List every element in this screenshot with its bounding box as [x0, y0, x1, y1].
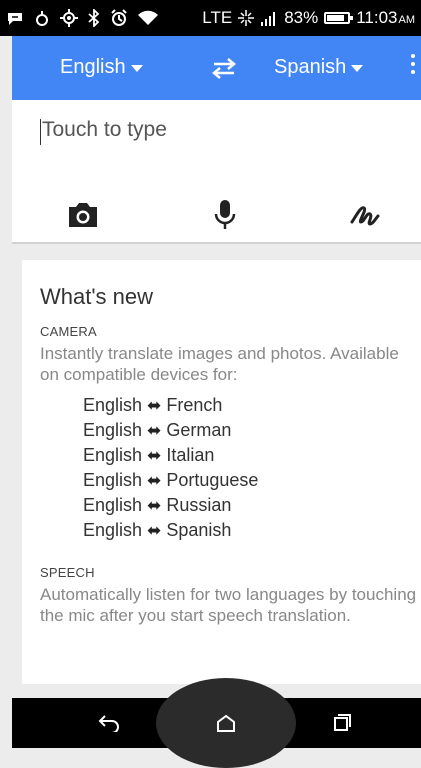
- pair-to: Spanish: [166, 520, 232, 540]
- clock-ampm: AM: [398, 14, 416, 26]
- text-cursor: [40, 119, 41, 145]
- pair-to: Portuguese: [166, 470, 259, 490]
- swap-arrows-icon: [212, 58, 236, 79]
- language-pair: English ⬌ French: [83, 393, 421, 418]
- pair-to: Italian: [166, 445, 215, 465]
- language-pair: English ⬌ Spanish: [83, 518, 421, 543]
- camera-icon: [69, 203, 97, 227]
- whats-new-title: What's new: [40, 284, 154, 309]
- pair-from: English: [83, 395, 143, 415]
- speech-section-label: SPEECH: [40, 565, 95, 580]
- home-button[interactable]: [213, 710, 239, 736]
- bidirectional-arrow-icon: ⬌: [147, 396, 162, 415]
- language-pair: English ⬌ Portuguese: [83, 468, 421, 493]
- speech-description: Automatically listen for two languages b…: [40, 585, 417, 625]
- bidirectional-arrow-icon: ⬌: [147, 521, 162, 540]
- source-language-selector[interactable]: English: [60, 56, 143, 79]
- dropdown-caret-icon: [351, 65, 364, 72]
- overflow-menu-button[interactable]: [408, 54, 418, 84]
- wifi-icon: [138, 10, 158, 26]
- handwriting-button[interactable]: [348, 198, 382, 232]
- camera-button[interactable]: [66, 198, 100, 232]
- back-button[interactable]: [96, 710, 122, 736]
- source-language-label: English: [60, 56, 126, 78]
- bluetooth-icon: [88, 9, 100, 27]
- bidirectional-arrow-icon: ⬌: [147, 446, 162, 465]
- bidirectional-arrow-icon: ⬌: [147, 471, 162, 490]
- language-pair-list: English ⬌ French English ⬌ German Englis…: [83, 393, 421, 543]
- translation-input-card: Touch to type: [12, 100, 421, 244]
- home-icon: [217, 714, 235, 732]
- microphone-icon: [214, 200, 236, 229]
- pair-from: English: [83, 420, 143, 440]
- pair-from: English: [83, 445, 143, 465]
- app-bar: English Spanish: [12, 36, 421, 100]
- overflow-dot: [411, 70, 415, 74]
- overflow-dot: [411, 54, 415, 58]
- whats-new-card: What's new CAMERA Instantly translate im…: [22, 260, 421, 684]
- status-bar: LTE 83% 11:03AM: [0, 0, 421, 36]
- text-input[interactable]: Touch to type: [42, 118, 167, 142]
- camera-section-label: CAMERA: [40, 324, 97, 339]
- dropdown-caret-icon: [130, 65, 143, 72]
- signal-icon: [260, 10, 278, 26]
- navigation-bar: [12, 678, 421, 768]
- camera-description: Instantly translate images and photos. A…: [40, 344, 399, 384]
- pair-from: English: [83, 495, 143, 515]
- bidirectional-arrow-icon: ⬌: [147, 496, 162, 515]
- clock: 11:03AM: [356, 8, 415, 28]
- overflow-dot: [411, 62, 415, 66]
- swap-languages-button[interactable]: [208, 52, 240, 84]
- message-icon: [6, 10, 24, 26]
- pair-from: English: [83, 470, 143, 490]
- battery-percent: 83%: [284, 8, 319, 27]
- gps-icon: [60, 9, 78, 27]
- pair-to: Russian: [166, 495, 232, 515]
- network-type: LTE: [202, 8, 233, 27]
- bidirectional-arrow-icon: ⬌: [147, 421, 162, 440]
- pair-to: French: [166, 395, 223, 415]
- pair-from: English: [83, 520, 143, 540]
- language-pair: English ⬌ Italian: [83, 443, 421, 468]
- app-notification-icon: [34, 9, 50, 27]
- target-language-label: Spanish: [274, 56, 347, 78]
- language-pair: English ⬌ Russian: [83, 493, 421, 518]
- data-transfer-icon: [238, 10, 255, 26]
- clock-time: 11:03: [356, 8, 398, 27]
- target-language-selector[interactable]: Spanish: [274, 56, 364, 79]
- handwriting-icon: [350, 206, 380, 226]
- alarm-icon: [110, 9, 128, 27]
- microphone-button[interactable]: [208, 198, 242, 232]
- pair-to: German: [166, 420, 232, 440]
- back-icon: [98, 715, 119, 732]
- recent-apps-icon: [334, 714, 351, 731]
- battery-icon: [324, 12, 354, 24]
- recent-apps-button[interactable]: [329, 710, 355, 736]
- language-pair: English ⬌ German: [83, 418, 421, 443]
